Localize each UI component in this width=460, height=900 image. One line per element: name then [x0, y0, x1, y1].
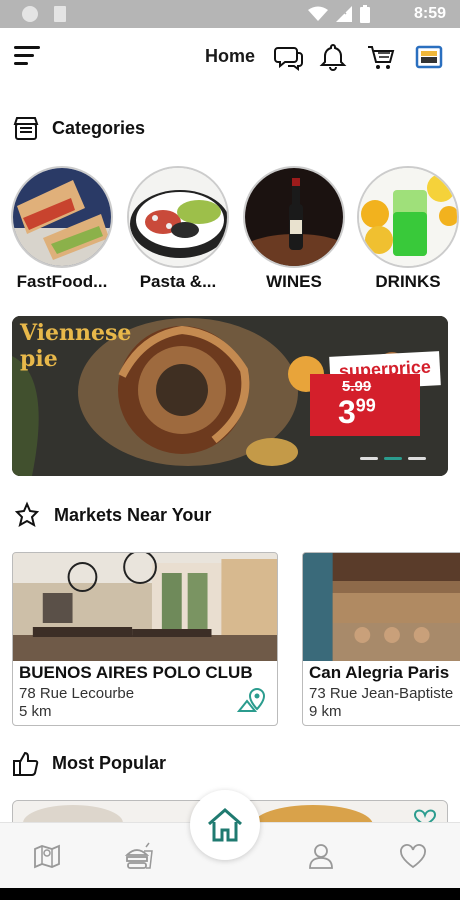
wallet-card-icon[interactable]	[414, 42, 444, 72]
notification-dot-icon	[22, 6, 38, 22]
category-image	[127, 166, 229, 268]
price-main: 3	[338, 394, 356, 430]
home-nav-button[interactable]	[190, 790, 260, 860]
carousel-dots[interactable]	[360, 457, 426, 460]
status-bar: 8:59	[0, 0, 460, 28]
market-distance: 9 km	[309, 703, 342, 720]
top-app-bar: Home	[0, 28, 460, 86]
market-photo	[303, 553, 460, 661]
battery-icon	[360, 5, 370, 23]
market-distance: 5 km	[19, 703, 52, 720]
profile-nav-icon[interactable]	[306, 841, 336, 871]
price-cents: 99	[355, 395, 376, 416]
status-icons	[308, 5, 370, 23]
category-image	[357, 166, 459, 268]
market-name: Can Alegria Paris	[309, 663, 450, 682]
market-name: BUENOS AIRES POLO CLUB	[19, 663, 253, 682]
favorites-nav-icon[interactable]	[398, 841, 428, 871]
markets-header: Markets Near Your	[12, 500, 211, 530]
banner-title: Viennese pie	[20, 320, 132, 372]
fastfood-nav-icon[interactable]	[124, 841, 154, 871]
old-price: 5.99	[342, 378, 372, 395]
market-address: 78 Rue Lecourbe	[19, 685, 135, 702]
market-photo	[13, 553, 277, 661]
wifi-icon	[308, 6, 328, 21]
category-drinks[interactable]: DRINKS	[356, 166, 460, 292]
market-address: 73 Rue Jean-Baptiste	[309, 685, 454, 702]
category-image	[243, 166, 345, 268]
popular-title: Most Popular	[52, 752, 167, 773]
map-pin-icon[interactable]	[237, 687, 269, 715]
status-time: 8:59	[413, 5, 446, 22]
category-label: FastFood...	[16, 272, 108, 291]
bell-icon[interactable]	[318, 42, 348, 72]
categories-title: Categories	[52, 117, 146, 138]
market-card[interactable]: BUENOS AIRES POLO CLUB 78 Rue Lecourbe 5…	[12, 552, 278, 726]
map-nav-icon[interactable]	[32, 841, 62, 871]
market-card[interactable]: Can Alegria Paris 73 Rue Jean-Baptiste 9…	[302, 552, 460, 726]
cart-icon[interactable]	[366, 42, 396, 72]
thumbs-up-icon	[13, 751, 39, 776]
promo-banner[interactable]: Viennese pie superprice 5.99 399	[12, 316, 448, 476]
signal-icon	[336, 6, 352, 22]
chat-icon[interactable]	[274, 42, 304, 72]
category-fastfood[interactable]: FastFood...	[10, 166, 114, 292]
system-nav-bar	[0, 888, 460, 900]
sim-card-icon	[54, 6, 66, 22]
category-label: WINES	[266, 272, 322, 291]
category-wines[interactable]: WINES	[242, 166, 346, 292]
category-image	[11, 166, 113, 268]
popular-header: Most Popular	[12, 748, 166, 778]
star-hand-icon	[14, 501, 40, 528]
new-price: 399	[338, 394, 376, 431]
store-box-icon	[13, 117, 39, 140]
carousel-dot[interactable]	[408, 457, 426, 460]
home-icon	[208, 808, 242, 842]
category-label: DRINKS	[375, 272, 441, 291]
carousel-dot[interactable]	[360, 457, 378, 460]
category-pasta[interactable]: Pasta &...	[126, 166, 230, 292]
categories-header: Categories	[12, 113, 145, 143]
markets-title: Markets Near Your	[54, 504, 212, 525]
carousel-dot-active[interactable]	[384, 457, 402, 460]
category-label: Pasta &...	[139, 272, 217, 291]
price-box: 5.99 399	[310, 374, 420, 436]
